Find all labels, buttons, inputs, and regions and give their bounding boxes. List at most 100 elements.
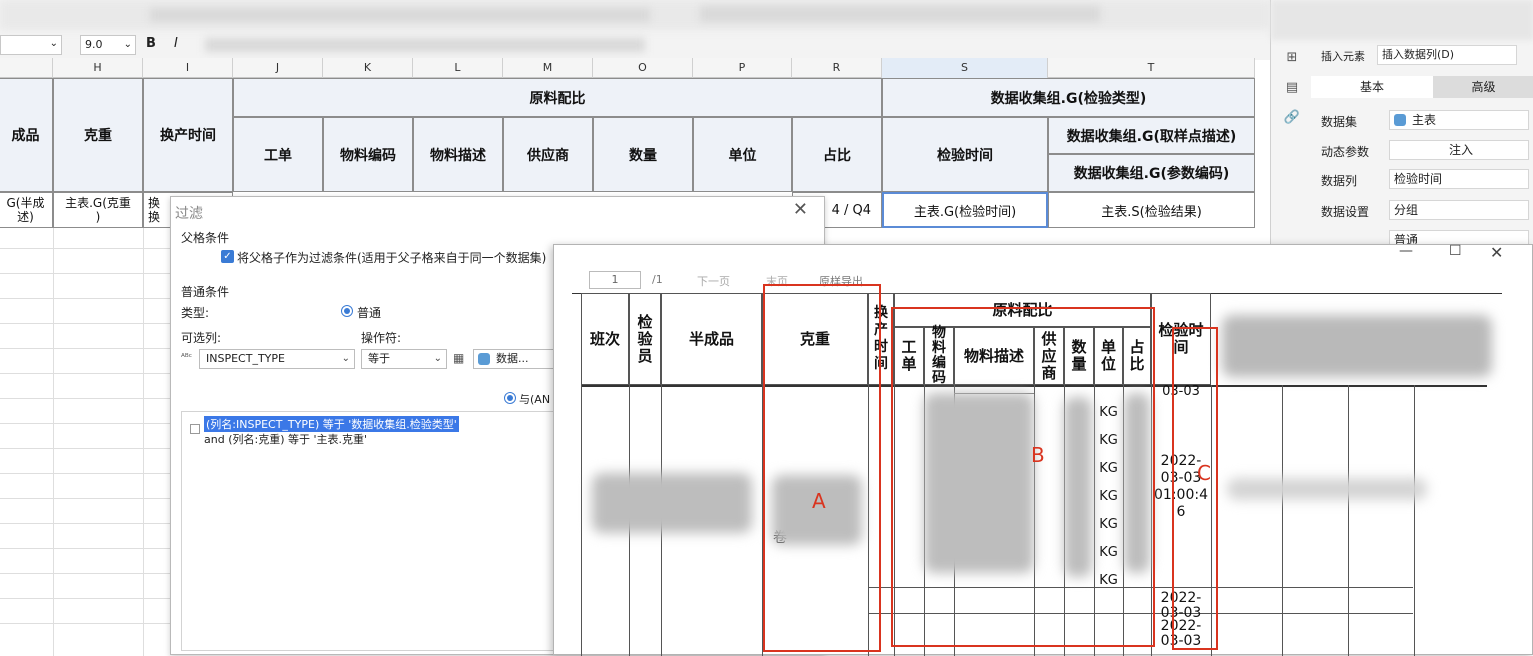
data-column-field[interactable]: 检验时间 (1389, 169, 1529, 189)
grid-line (0, 548, 170, 549)
maximize-icon[interactable]: ☐ (1449, 243, 1462, 259)
header-raw-ratio[interactable]: 原料配比 (233, 78, 882, 117)
font-name-combo[interactable]: ⌄ (0, 35, 62, 55)
panel-blur (1271, 0, 1533, 40)
header-unit[interactable]: 单位 (693, 117, 792, 192)
header-order[interactable]: 工单 (233, 117, 323, 192)
dataset-value: 主表 (1412, 113, 1437, 127)
grid-line (0, 398, 170, 399)
column-header-i[interactable]: I (143, 58, 233, 78)
annotation-label-b: B (1031, 443, 1045, 467)
dynamic-param-button[interactable]: 注入 (1389, 140, 1529, 160)
page-total: /1 (652, 273, 663, 286)
optional-column-value: INSPECT_TYPE (206, 352, 285, 365)
font-size-value: 9.0 (85, 38, 103, 51)
type-radio-normal[interactable] (341, 305, 353, 317)
data-setting-label: 数据设置 (1321, 205, 1370, 219)
tab-advanced[interactable]: 高级 (1433, 76, 1533, 98)
pv-header-semifinished: 半成品 (661, 293, 762, 385)
parent-checkbox[interactable]: ✓ (221, 250, 234, 263)
toolbar-blur (700, 6, 1100, 22)
column-header-l[interactable]: L (413, 58, 503, 78)
header-inspect-time[interactable]: 检验时间 (882, 117, 1048, 192)
cell-weight[interactable]: 主表.G(克重 ) (53, 192, 143, 228)
dialog-title: 过滤 (175, 206, 203, 222)
header-supplier[interactable]: 供应商 (503, 117, 593, 192)
toolbar: ⌄ 9.0 ⌄ B I (0, 0, 1270, 60)
value-source-combo[interactable]: 数据... (473, 349, 555, 369)
header-material-code[interactable]: 物料编码 (323, 117, 413, 192)
close-icon[interactable]: ✕ (793, 199, 808, 220)
grid-line (53, 226, 54, 656)
column-header[interactable] (0, 58, 53, 78)
chevron-down-icon: ⌄ (49, 38, 58, 49)
column-header-p[interactable]: P (693, 58, 792, 78)
type-value: 普通 (357, 306, 382, 320)
data-column-label: 数据列 (1321, 174, 1358, 188)
cell-semifinished[interactable]: G(半成 述) (0, 192, 53, 228)
table-icon[interactable]: ▦ (453, 351, 464, 365)
header-ratio[interactable]: 占比 (792, 117, 882, 192)
annotation-label-a: A (812, 489, 826, 513)
data-setting-field[interactable]: 分组 (1389, 200, 1529, 220)
condition-list[interactable]: (列名:INSPECT_TYPE) 等于 '数据收集组.检验类型' and (列… (181, 411, 561, 651)
optional-column-label: 可选列: (181, 331, 222, 345)
cell-inspect-time-selected[interactable]: 主表.G(检验时间) (882, 192, 1048, 228)
layout-icon[interactable]: ▤ (1283, 80, 1301, 95)
header-sample-desc[interactable]: 数据收集组.G(取样点描述) (1048, 117, 1255, 154)
header-param-code[interactable]: 数据收集组.G(参数编码) (1048, 154, 1255, 192)
column-header-r[interactable]: R (792, 58, 882, 78)
operator-label: 操作符: (361, 331, 402, 345)
grid-line (581, 385, 582, 656)
italic-icon[interactable]: I (174, 36, 178, 51)
pv-header-shift: 班次 (581, 293, 629, 385)
grid-line (0, 423, 170, 424)
grid-line (0, 298, 170, 299)
page-number-input[interactable]: 1 (589, 271, 641, 289)
operator-combo[interactable]: 等于 ⌄ (361, 349, 447, 369)
column-header-k[interactable]: K (323, 58, 413, 78)
cell-icon[interactable]: ⊞ (1283, 50, 1301, 65)
font-size-combo[interactable]: 9.0 ⌄ (80, 35, 136, 55)
bold-icon[interactable]: B (146, 36, 156, 51)
column-header-j[interactable]: J (233, 58, 323, 78)
tree-expander[interactable] (190, 424, 200, 434)
column-header-h[interactable]: H (53, 58, 143, 78)
optional-column-combo[interactable]: INSPECT_TYPE ⌄ (199, 349, 355, 369)
normal-condition-section: 普通条件 (181, 285, 230, 299)
header-material-desc[interactable]: 物料描述 (413, 117, 503, 192)
header-quantity[interactable]: 数量 (593, 117, 693, 192)
column-header-t[interactable]: T (1048, 58, 1255, 78)
grid-line (143, 226, 144, 656)
condition-item-1[interactable]: (列名:INSPECT_TYPE) 等于 '数据收集组.检验类型' (204, 416, 459, 432)
cell-inspect-result[interactable]: 主表.S(检验结果) (1048, 192, 1255, 228)
minimize-icon[interactable]: — (1399, 243, 1413, 259)
link-icon[interactable]: 🔗 (1283, 110, 1301, 125)
radio-dot (344, 308, 350, 314)
header-data-collection[interactable]: 数据收集组.G(检验类型) (882, 78, 1255, 117)
and-radio[interactable] (504, 392, 516, 404)
header-weight[interactable]: 克重 (53, 78, 143, 192)
column-header-bar: H I J K L M O P R S T (0, 58, 1255, 78)
column-header-o[interactable]: O (593, 58, 693, 78)
grid-line (0, 498, 170, 499)
insert-element-field[interactable]: 插入数据列(D) (1377, 45, 1517, 65)
annotation-label-c: C (1197, 461, 1211, 485)
type-label: 类型: (181, 306, 210, 320)
toolbar-blur (205, 38, 645, 52)
condition-item-2[interactable]: and (列名:克重) 等于 '主表.克重' (204, 431, 367, 447)
close-icon[interactable]: ✕ (1490, 243, 1503, 262)
database-icon (1394, 114, 1406, 126)
dataset-label: 数据集 (1321, 115, 1358, 129)
header-finished[interactable]: 成品 (0, 78, 53, 192)
column-header-s[interactable]: S (882, 58, 1048, 78)
tab-basic[interactable]: 基本 (1311, 76, 1433, 98)
dataset-field[interactable]: 主表 (1389, 110, 1529, 130)
property-panel: 插入元素 插入数据列(D) ⊞ ▤ 🔗 基本 高级 数据集 主表 动态参数 注入… (1270, 0, 1533, 250)
value-source-value: 数据... (496, 352, 529, 365)
next-page-button[interactable]: 下一页 (697, 273, 730, 289)
header-change-time[interactable]: 换产时间 (143, 78, 233, 192)
chevron-down-icon: ⌄ (123, 39, 132, 50)
column-header-m[interactable]: M (503, 58, 593, 78)
annotation-box-b (891, 307, 1155, 647)
